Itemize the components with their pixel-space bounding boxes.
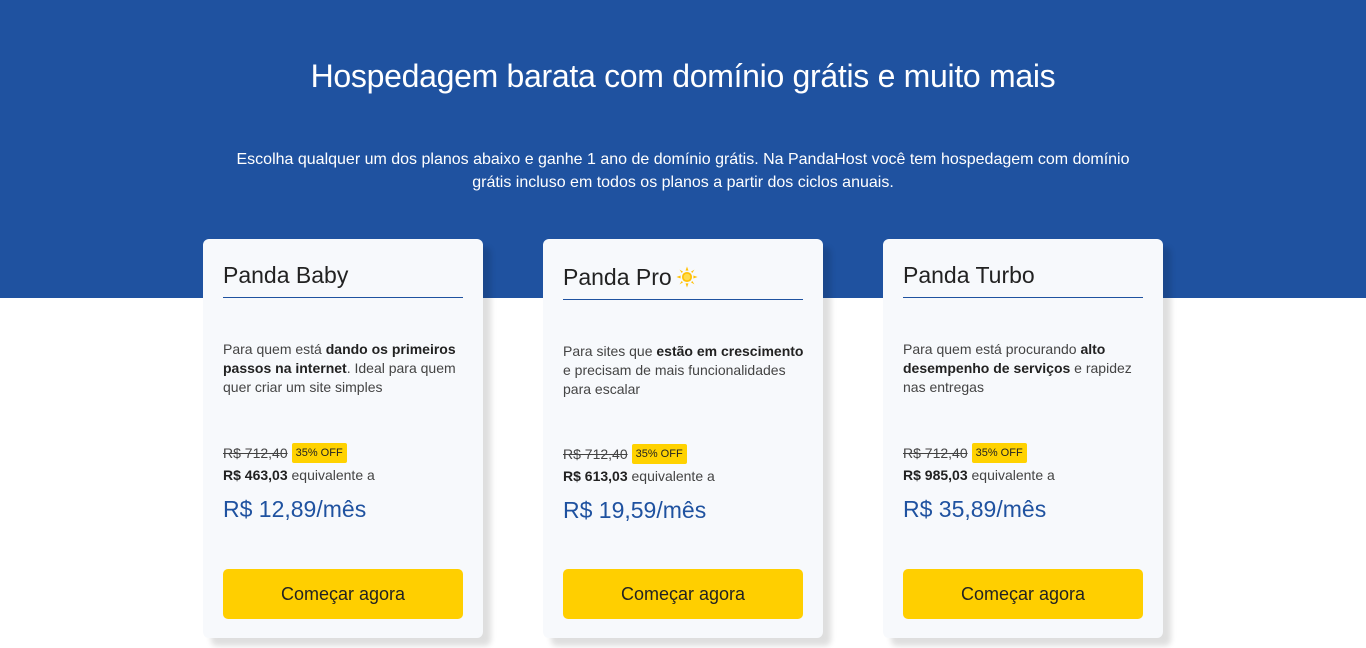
hero-subtitle-line-2: grátis incluso em todos os planos a part… bbox=[472, 174, 894, 191]
monthly-price: R$ 19,59/mês bbox=[563, 497, 707, 523]
discount-badge: 35% OFF bbox=[291, 443, 347, 463]
plan-card-panda-baby: Panda Baby Para quem está dando os prime… bbox=[203, 239, 483, 638]
sun-icon bbox=[676, 266, 698, 288]
annual-price-suffix: equivalente a bbox=[627, 468, 715, 484]
annual-price-suffix: equivalente a bbox=[287, 467, 375, 483]
plan-title: Panda Pro bbox=[563, 261, 803, 300]
annual-price: R$ 985,03 bbox=[903, 467, 968, 483]
plan-description-text: e precisam de mais funcionalidades para … bbox=[563, 362, 786, 397]
annual-price: R$ 463,03 bbox=[223, 467, 288, 483]
plan-card-panda-pro: Panda Pro Para sites que estão em cresci… bbox=[543, 239, 823, 638]
plan-description: Para quem está procurando alto desempenh… bbox=[903, 340, 1148, 397]
plan-description: Para quem está dando os primeiros passos… bbox=[223, 340, 468, 397]
plan-name: Panda Pro bbox=[563, 264, 672, 290]
plan-description-text: Para quem está bbox=[223, 341, 326, 357]
plan-name: Panda Baby bbox=[223, 262, 349, 288]
plan-description-text: Para quem está procurando bbox=[903, 341, 1081, 357]
price-row: R$ 712,40 35% OFF bbox=[563, 442, 687, 466]
annual-price-row: R$ 463,03 equivalente a bbox=[223, 467, 375, 483]
old-price: R$ 712,40 bbox=[223, 445, 288, 461]
page-title: Hospedagem barata com domínio grátis e m… bbox=[310, 58, 1056, 94]
start-now-button[interactable]: Começar agora bbox=[903, 569, 1143, 619]
annual-price-suffix: equivalente a bbox=[967, 467, 1055, 483]
old-price: R$ 712,40 bbox=[563, 446, 628, 462]
monthly-price: R$ 35,89/mês bbox=[903, 496, 1047, 522]
plan-title: Panda Turbo bbox=[903, 259, 1143, 298]
plan-name: Panda Turbo bbox=[903, 262, 1035, 288]
discount-badge: 35% OFF bbox=[971, 443, 1027, 463]
plan-title: Panda Baby bbox=[223, 259, 463, 298]
start-now-button[interactable]: Começar agora bbox=[223, 569, 463, 619]
price-row: R$ 712,40 35% OFF bbox=[223, 441, 347, 465]
plan-description: Para sites que estão em crescimento e pr… bbox=[563, 342, 808, 399]
plan-description-text: Para sites que bbox=[563, 343, 657, 359]
hero-subtitle: Escolha qualquer um dos planos abaixo e … bbox=[210, 148, 1156, 194]
annual-price-row: R$ 985,03 equivalente a bbox=[903, 467, 1055, 483]
price-row: R$ 712,40 35% OFF bbox=[903, 441, 1027, 465]
old-price: R$ 712,40 bbox=[903, 445, 968, 461]
annual-price-row: R$ 613,03 equivalente a bbox=[563, 468, 715, 484]
plan-description-highlight: estão em crescimento bbox=[656, 343, 804, 359]
annual-price: R$ 613,03 bbox=[563, 468, 628, 484]
start-now-button[interactable]: Começar agora bbox=[563, 569, 803, 619]
hero-subtitle-line-1: Escolha qualquer um dos planos abaixo e … bbox=[236, 151, 1130, 168]
monthly-price: R$ 12,89/mês bbox=[223, 496, 367, 522]
discount-badge: 35% OFF bbox=[631, 444, 687, 464]
plan-card-panda-turbo: Panda Turbo Para quem está procurando al… bbox=[883, 239, 1163, 638]
